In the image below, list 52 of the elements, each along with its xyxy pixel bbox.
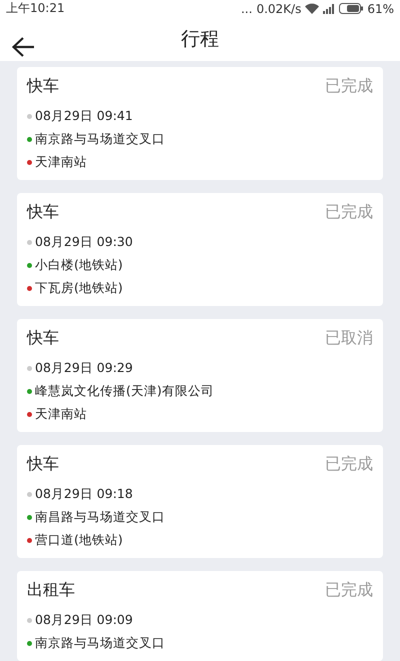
start-dot-icon [27,262,32,268]
time-dot-icon [27,618,32,622]
ride-type: 快车 [27,202,59,223]
trip-time: 08月29日 09:30 [35,234,133,250]
trip-card[interactable]: 快车 已取消 08月29日 09:29 峰慧岚文化传播(天津)有限公司 天津南站 [17,319,383,432]
trip-status: 已取消 [325,328,373,349]
start-location: 南昌路与马场道交叉口 [35,508,165,526]
trip-status: 已完成 [325,76,373,97]
end-location: 营口道(地铁站) [35,532,123,548]
wifi-icon [305,3,320,14]
trip-card[interactable]: 快车 已完成 08月29日 09:41 南京路与马场道交叉口 天津南站 [17,67,383,180]
trip-card[interactable]: 快车 已完成 08月29日 09:30 小白楼(地铁站) 下瓦房(地铁站) [17,193,383,306]
trip-card[interactable]: 出租车 已完成 08月29日 09:09 南京路与马场道交叉口 [17,571,383,661]
start-location: 南京路与马场道交叉口 [35,130,165,148]
page-title: 行程 [181,27,219,52]
ride-type: 快车 [27,328,59,349]
time-dot-icon [27,366,32,370]
end-dot-icon [27,160,32,164]
trip-status: 已完成 [325,202,373,223]
ride-type: 快车 [27,454,59,475]
network-speed: 0.02K/s [256,2,302,16]
end-location: 下瓦房(地铁站) [35,280,123,296]
end-dot-icon [27,538,32,542]
signal-icon [323,4,336,14]
end-location: 天津南站 [35,406,87,422]
end-dot-icon [27,412,32,416]
trip-time: 08月29日 09:18 [35,486,133,502]
battery-level: 61% [367,2,394,16]
time-dot-icon [27,114,32,118]
trip-card[interactable]: 快车 已完成 08月29日 09:18 南昌路与马场道交叉口 营口道(地铁站) [17,445,383,558]
trip-time: 08月29日 09:29 [35,360,133,376]
ride-type: 快车 [27,76,59,97]
start-location: 南京路与马场道交叉口 [35,634,165,652]
time-dot-icon [27,492,32,496]
start-dot-icon [27,136,32,142]
trip-time: 08月29日 09:41 [35,108,133,124]
trip-status: 已完成 [325,454,373,475]
time-dot-icon [27,240,32,244]
clock: 上午10:21 [6,0,65,18]
start-dot-icon [27,514,32,520]
start-dot-icon [27,640,32,646]
more-dots: ... [240,2,252,16]
start-location: 峰慧岚文化传播(天津)有限公司 [35,382,214,400]
trip-time: 08月29日 09:09 [35,612,133,628]
start-dot-icon [27,388,32,394]
end-dot-icon [27,286,32,290]
trip-status: 已完成 [325,580,373,601]
end-location: 天津南站 [35,154,87,170]
ride-type: 出租车 [27,580,75,601]
back-arrow-icon[interactable] [11,36,35,58]
start-location: 小白楼(地铁站) [35,256,123,274]
battery-icon [339,3,364,14]
